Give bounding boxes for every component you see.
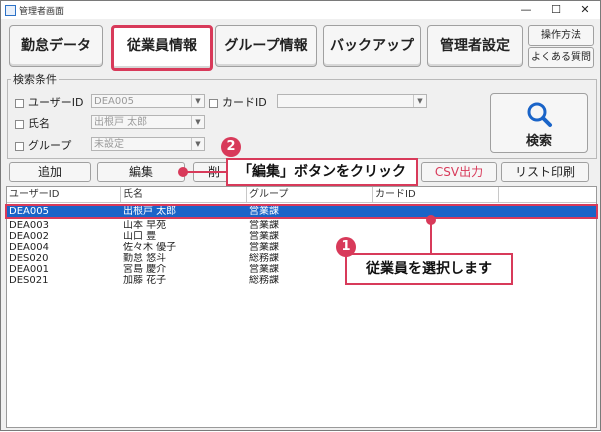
user-id-label: ユーザーID (28, 96, 84, 109)
header-card-id[interactable]: カードID (373, 187, 499, 202)
cell-group: 営業課 (249, 206, 279, 217)
card-id-label: カードID (222, 96, 267, 109)
cell-group: 営業課 (249, 220, 279, 231)
table-row[interactable]: DEA005 出根戸 太郎 営業課 (5, 204, 598, 219)
card-id-checkbox[interactable]: カードID (209, 94, 267, 110)
chevron-down-icon: ▼ (191, 138, 204, 150)
cell-name: 勤怠 悠斗 (123, 253, 167, 264)
callout-select-employee: 従業員を選択します (345, 253, 513, 285)
checkbox-icon (209, 98, 218, 108)
group-label: グループ (28, 139, 72, 152)
cell-name: 加藤 花子 (123, 275, 167, 286)
cell-user-id: DES021 (9, 275, 49, 286)
cell-name: 出根戸 太郎 (123, 206, 177, 217)
faq-button[interactable]: よくある質問 (528, 47, 594, 68)
table-header: ユーザーID 氏名 グループ カードID (7, 187, 596, 203)
name-checkbox[interactable]: 氏名 (15, 115, 50, 131)
step-2-badge: 2 (221, 137, 241, 157)
header-group[interactable]: グループ (247, 187, 373, 202)
cell-user-id: DEA002 (9, 231, 49, 242)
cell-user-id: DEA005 (9, 206, 49, 217)
tab-backup[interactable]: バックアップ (323, 25, 421, 67)
cell-user-id: DEA001 (9, 264, 49, 275)
table-row[interactable]: DEA004 佐々木 優子 営業課 (7, 242, 596, 253)
cell-name: 宮島 慶介 (123, 264, 167, 275)
print-list-button[interactable]: リスト印刷 (501, 162, 589, 182)
search-conditions-label: 検索条件 (11, 71, 59, 87)
group-checkbox[interactable]: グループ (15, 137, 71, 153)
header-user-id[interactable]: ユーザーID (7, 187, 121, 202)
checkbox-icon (15, 119, 24, 129)
search-button-label: 検索 (525, 134, 552, 149)
cell-name: 山口 豊 (123, 231, 157, 242)
tab-attendance-data[interactable]: 勤怠データ (9, 25, 103, 67)
step-1-badge: 1 (336, 237, 356, 257)
callout-edit: 「編集」ボタンをクリック (226, 158, 418, 186)
card-id-select[interactable]: ▼ (277, 94, 427, 108)
app-window: 管理者画面 — ☐ ✕ 勤怠データ 従業員情報 グループ情報 バックアップ 管理… (0, 0, 601, 431)
minimize-button[interactable]: — (511, 1, 541, 19)
name-select[interactable]: 出根戸 太郎 ▼ (91, 115, 205, 129)
chevron-down-icon: ▼ (191, 116, 204, 128)
csv-export-button[interactable]: CSV出力 (421, 162, 497, 182)
checkbox-icon (15, 141, 24, 151)
cell-name: 佐々木 優子 (123, 242, 177, 253)
user-id-value: DEA005 (94, 96, 134, 107)
table-row[interactable]: DEA003 山本 早苑 営業課 (7, 220, 596, 231)
tab-group-info[interactable]: グループ情報 (215, 25, 317, 67)
header-name[interactable]: 氏名 (121, 187, 247, 202)
chevron-down-icon: ▼ (191, 95, 204, 107)
chevron-down-icon: ▼ (413, 95, 426, 107)
user-id-select[interactable]: DEA005 ▼ (91, 94, 205, 108)
edit-button[interactable]: 編集 (97, 162, 185, 182)
help-button[interactable]: 操作方法 (528, 25, 594, 46)
cell-user-id: DEA003 (9, 220, 49, 231)
name-value: 出根戸 太郎 (94, 117, 148, 128)
cell-name: 山本 早苑 (123, 220, 167, 231)
cell-user-id: DES020 (9, 253, 49, 264)
maximize-button[interactable]: ☐ (541, 1, 571, 19)
tab-employee-info[interactable]: 従業員情報 (111, 25, 213, 71)
cell-user-id: DEA004 (9, 242, 49, 253)
group-value: 未設定 (94, 139, 124, 150)
search-button[interactable]: 検索 (490, 93, 588, 153)
name-label: 氏名 (28, 117, 50, 130)
magnifier-icon (527, 102, 552, 127)
title-bar: 管理者画面 — ☐ ✕ (1, 1, 600, 19)
group-select[interactable]: 未設定 ▼ (91, 137, 205, 151)
add-button[interactable]: 追加 (9, 162, 91, 182)
tab-admin-settings[interactable]: 管理者設定 (427, 25, 523, 67)
checkbox-icon (15, 98, 24, 108)
employee-table[interactable]: ユーザーID 氏名 グループ カードID DEA005 出根戸 太郎 営業課 D… (5, 186, 598, 428)
close-button[interactable]: ✕ (570, 1, 600, 19)
table-row[interactable]: DEA002 山口 豊 営業課 (7, 231, 596, 242)
app-icon (5, 5, 16, 16)
user-id-checkbox[interactable]: ユーザーID (15, 94, 84, 110)
window-title: 管理者画面 (19, 7, 65, 17)
